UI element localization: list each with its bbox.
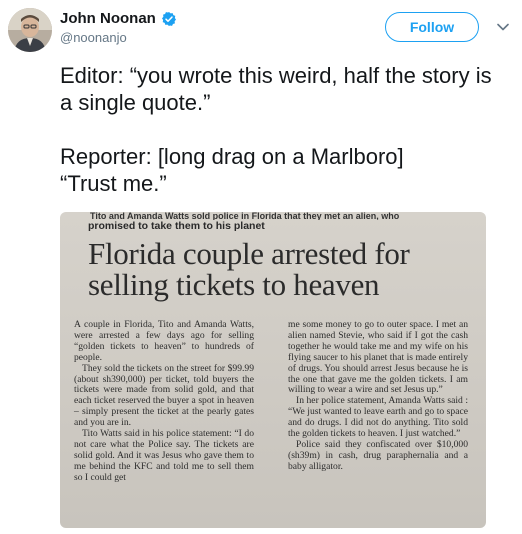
author-name-row: John Noonan <box>60 10 177 27</box>
avatar-image <box>8 8 52 52</box>
clipping-kicker: promised to take them to his planet <box>88 220 265 232</box>
clipping-paragraph: Police said they confiscated over $10,00… <box>288 438 468 472</box>
author-handle[interactable]: @noonanjo <box>60 30 127 45</box>
verified-badge-icon <box>161 11 176 26</box>
clipping-paragraph: They sold the tickets on the street for … <box>74 362 254 429</box>
tweet-text: Editor: “you wrote this weird, half the … <box>60 63 492 196</box>
tweet-photo[interactable]: Tito and Amanda Watts sold police in Flo… <box>60 212 486 528</box>
tweet-card: John Noonan @noonanjo Follow Editor: “yo… <box>0 0 522 534</box>
clipping-headline: Florida couple arrested for selling tick… <box>88 236 410 302</box>
clipping-left-column: A couple in Florida, Tito and Amanda Wat… <box>74 319 254 484</box>
clipping-right-column: me some money to go to outer space. I me… <box>288 319 468 473</box>
clipping-paragraph: In her police statement, Amanda Watts sa… <box>288 395 468 440</box>
clipping-paragraph: me some money to go to outer space. I me… <box>288 319 468 396</box>
author-display-name[interactable]: John Noonan <box>60 10 156 27</box>
clipping-paragraph: A couple in Florida, Tito and Amanda Wat… <box>74 319 254 363</box>
chevron-down-icon[interactable] <box>496 20 510 34</box>
avatar[interactable] <box>8 8 52 52</box>
follow-button[interactable]: Follow <box>385 12 479 42</box>
clipping-cut-line: Tito and Amanda Watts sold police in Flo… <box>90 212 400 220</box>
clipping-paragraph: Tito Watts said in his police statement:… <box>74 428 254 483</box>
